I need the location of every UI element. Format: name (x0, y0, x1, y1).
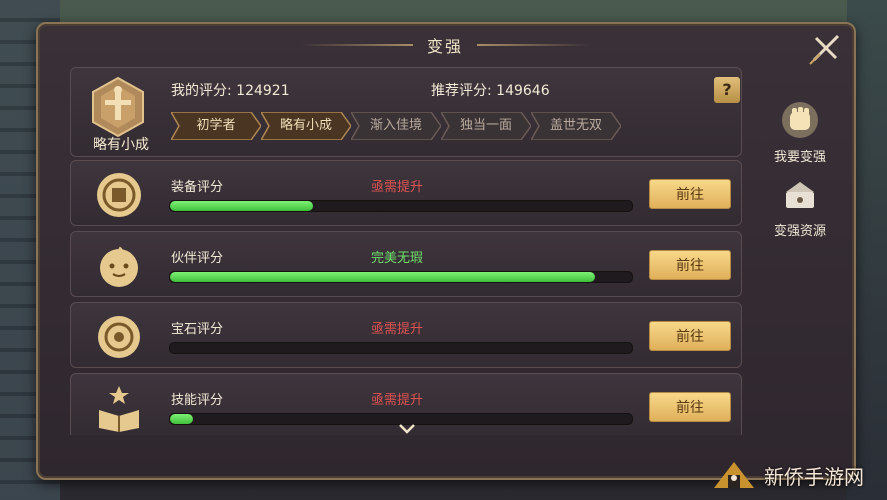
score-label: 装备评分 (171, 180, 224, 195)
recommended-score-value: 149646 (496, 83, 550, 99)
rank-tier-label: 初学者 (196, 118, 236, 133)
go-button[interactable]: 前往 (649, 392, 731, 422)
side-menu-label: 变强资源 (773, 224, 826, 239)
rank-tier-label: 渐入佳境 (369, 118, 422, 133)
my-score: 我的评分: 124921 (171, 80, 290, 100)
skill-icon (99, 386, 139, 432)
side-menu-label: 我要变强 (773, 150, 826, 165)
rank-badge-label: 略有小成 (93, 137, 149, 153)
rank-tier-3[interactable]: 渐入佳境 (351, 112, 441, 140)
watermark-text: 新侨手游网 (764, 464, 864, 489)
status-text: 亟需提升 (371, 393, 424, 408)
rank-tier-2[interactable]: 略有小成 (261, 112, 351, 140)
rank-tier-4[interactable]: 独当一面 (441, 112, 531, 140)
status-text: 亟需提升 (371, 180, 424, 195)
status-text: 完美无瑕 (371, 251, 424, 266)
score-label: 技能评分 (171, 393, 224, 408)
recommended-score: 推荐评分: 149646 (431, 80, 550, 100)
rank-tier-label: 盖世无双 (549, 118, 602, 133)
go-button[interactable]: 前往 (649, 179, 731, 209)
list-item-partner: 伙伴评分 完美无瑕 前往 (70, 231, 742, 297)
rank-badge-icon (92, 76, 144, 138)
gem-icon (98, 316, 140, 358)
side-menu-item-get-stronger[interactable]: 我要变强 (770, 100, 830, 165)
recommended-score-label: 推荐评分: (431, 83, 492, 99)
progress-fill (170, 201, 314, 211)
my-score-value: 124921 (236, 83, 290, 99)
my-score-label: 我的评分: (171, 83, 232, 99)
resource-chest-icon (786, 182, 814, 208)
list-item-equipment: 装备评分 亟需提升 前往 (70, 160, 742, 226)
progress-bar (169, 271, 633, 283)
rank-tier-label: 略有小成 (279, 118, 332, 133)
page-title: 变强 (427, 37, 464, 56)
title-ornament-left (300, 44, 413, 46)
title-bar: 变强 (300, 32, 591, 58)
title-ornament-right (477, 44, 591, 46)
scroll-down-icon[interactable] (398, 423, 416, 435)
fist-icon (782, 102, 818, 138)
rank-tier-label: 独当一面 (459, 118, 512, 133)
go-button[interactable]: 前往 (649, 321, 731, 351)
side-menu-item-resources[interactable]: 变强资源 (770, 174, 830, 239)
score-header-card: 略有小成 我的评分: 124921 推荐评分: 149646 ? 初学者 略有小… (70, 67, 742, 157)
status-text: 亟需提升 (371, 322, 424, 337)
progress-fill (170, 414, 194, 424)
progress-fill (170, 272, 596, 282)
go-button[interactable]: 前往 (649, 250, 731, 280)
rank-tier-5[interactable]: 盖世无双 (531, 112, 621, 140)
watermark: 新侨手游网 (710, 458, 864, 492)
equipment-icon (97, 173, 141, 217)
score-label: 伙伴评分 (171, 251, 224, 266)
score-label: 宝石评分 (171, 322, 224, 337)
close-button[interactable] (806, 28, 846, 68)
close-icon (809, 34, 840, 65)
partner-icon (100, 246, 138, 287)
progress-bar (169, 342, 633, 354)
content-area[interactable]: 略有小成 我的评分: 124921 推荐评分: 149646 ? 初学者 略有小… (66, 63, 746, 435)
list-item-gem: 宝石评分 亟需提升 前往 (70, 302, 742, 368)
progress-bar (169, 200, 633, 212)
watermark-logo-icon (714, 462, 754, 488)
help-button[interactable]: ? (714, 77, 740, 103)
rank-tier-1[interactable]: 初学者 (171, 112, 261, 140)
